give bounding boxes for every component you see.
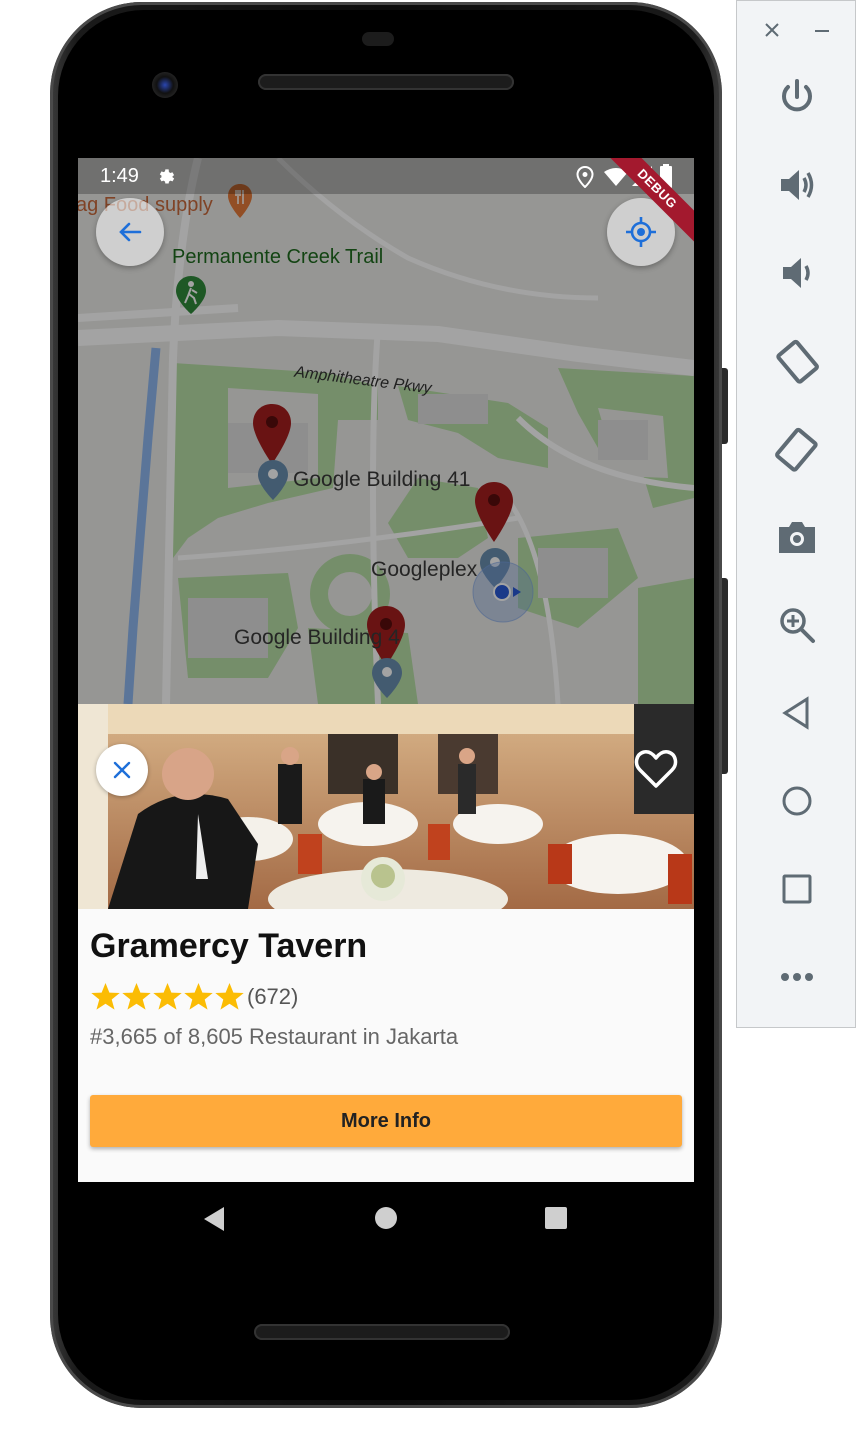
phone-earpiece <box>258 74 514 90</box>
star-icon <box>153 982 182 1010</box>
map-dim-overlay <box>78 158 694 704</box>
emulator-home-button[interactable] <box>767 771 827 831</box>
star-icon <box>215 982 244 1010</box>
gear-icon <box>159 169 175 184</box>
app-screen: ag Food supply Permanente Creek Trail Am… <box>78 158 694 1182</box>
close-icon <box>113 761 131 779</box>
rotate-right-icon <box>775 427 818 472</box>
front-camera <box>152 72 178 98</box>
power-icon <box>782 79 812 112</box>
restaurant-rank: #3,665 of 8,605 Restaurant in Jakarta <box>90 1024 459 1049</box>
emulator-volume-up-button[interactable] <box>767 155 827 215</box>
overview-square-icon <box>782 874 812 904</box>
back-triangle-icon <box>782 696 809 730</box>
restaurant-name: Gramercy Tavern <box>90 927 368 965</box>
more-info-button[interactable]: More Info <box>90 1095 682 1147</box>
emulator-controls-panel <box>736 0 856 1028</box>
more-dots-icon <box>781 973 813 981</box>
emulator-volume-down-button[interactable] <box>767 243 827 303</box>
review-count: (672) <box>247 983 299 1009</box>
crosshair-icon <box>626 217 656 247</box>
emulator-zoom-button[interactable] <box>767 595 827 655</box>
home-circle-icon <box>782 786 812 816</box>
rating-row: (672) <box>90 981 298 1012</box>
emulator-minimize-icon[interactable] <box>813 21 831 39</box>
star-icon <box>91 982 120 1010</box>
heart-outline-icon <box>634 750 678 788</box>
restaurant-info-card: Gramercy Tavern (672) #3,665 of 8,605 Re… <box>78 909 694 1182</box>
emulator-screenshot-button[interactable] <box>767 507 827 567</box>
arrow-left-icon <box>119 222 142 242</box>
volume-up-icon <box>781 170 814 200</box>
phone-sensor <box>362 32 394 46</box>
location-pin-icon <box>576 166 594 188</box>
zoom-icon <box>780 608 815 643</box>
emulator-rotate-left-button[interactable] <box>767 331 827 391</box>
restaurant-photo <box>78 704 694 909</box>
star-icon <box>122 982 151 1010</box>
emulator-rotate-right-button[interactable] <box>767 419 827 479</box>
nav-home-icon[interactable] <box>374 1206 398 1230</box>
nav-back-icon[interactable] <box>202 1206 226 1232</box>
favorite-button[interactable] <box>632 744 680 792</box>
volume-down-icon <box>783 258 810 288</box>
emulator-close-icon[interactable] <box>763 21 781 39</box>
emulator-power-button[interactable] <box>767 67 827 127</box>
phone-volume-button <box>722 368 728 444</box>
emulator-overview-button[interactable] <box>767 859 827 919</box>
android-nav-bar <box>78 1182 694 1254</box>
emulator-more-button[interactable] <box>767 947 827 1007</box>
phone-power-button <box>722 578 728 774</box>
nav-overview-icon[interactable] <box>544 1206 568 1230</box>
status-time: 1:49 <box>100 165 139 187</box>
restaurant-photo-image <box>78 704 694 909</box>
phone-bottom-speaker <box>254 1324 510 1340</box>
rotate-left-icon <box>776 339 819 384</box>
back-button[interactable] <box>96 198 164 266</box>
star-icon <box>184 982 213 1010</box>
camera-icon <box>779 522 815 553</box>
emulator-back-button[interactable] <box>767 683 827 743</box>
status-bar: 1:49 <box>78 158 694 194</box>
map-view[interactable]: ag Food supply Permanente Creek Trail Am… <box>78 158 694 704</box>
close-button[interactable] <box>96 744 148 796</box>
